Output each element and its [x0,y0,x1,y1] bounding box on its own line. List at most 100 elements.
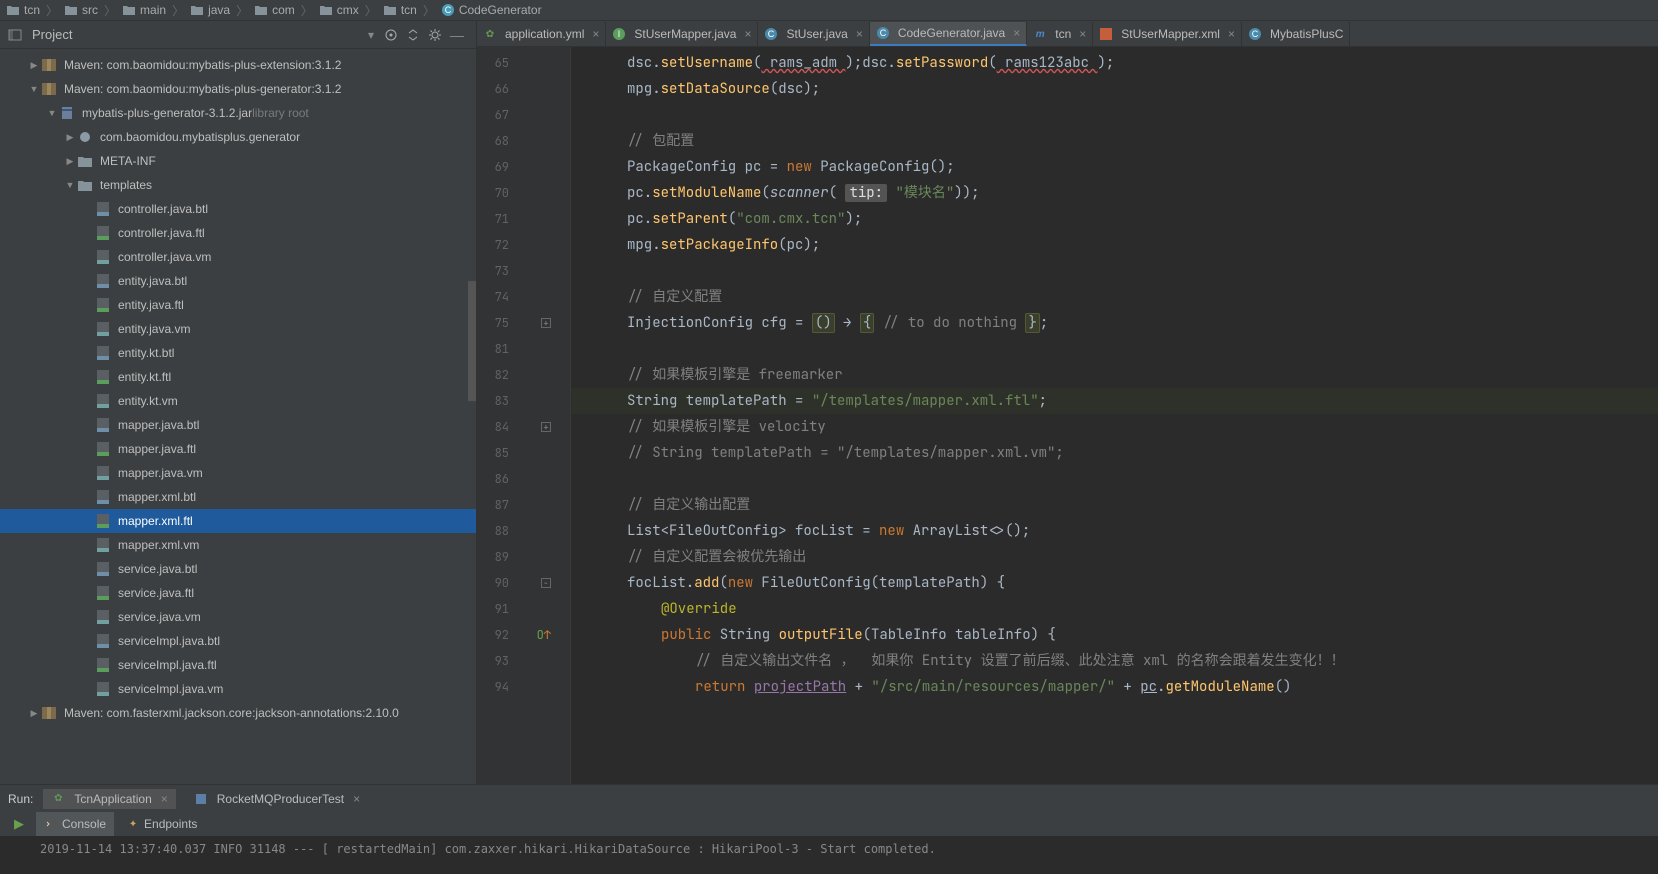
tree-item[interactable]: entity.kt.btl [0,341,476,365]
code-line[interactable]: mpg.setDataSource(dsc); [571,76,1658,102]
breadcrumb-tcn[interactable]: tcn [381,3,419,17]
tree-item[interactable]: ▼Maven: com.baomidou:mybatis-plus-genera… [0,77,476,101]
breadcrumb-main[interactable]: main [120,3,168,17]
code-line[interactable]: List<FileOutConfig> focList = new ArrayL… [571,518,1658,544]
tree-arrow-icon[interactable]: ▼ [44,108,60,118]
editor-tab-application-yml[interactable]: ✿application.yml× [477,22,606,46]
close-icon[interactable]: × [744,27,751,41]
code-line[interactable] [571,102,1658,128]
code-line[interactable]: dsc.setUsername( rams_adm );dsc.setPassw… [571,50,1658,76]
tree-arrow-icon[interactable]: ▶ [26,708,42,719]
breadcrumb-CodeGenerator[interactable]: CCodeGenerator [439,3,544,17]
tree-arrow-icon[interactable]: ▼ [26,84,42,94]
code-line[interactable] [571,336,1658,362]
code-line[interactable]: // 自定义配置会被优先输出 [571,544,1658,570]
tree-item[interactable]: service.java.ftl [0,581,476,605]
editor-tab-tcn[interactable]: mtcn× [1027,22,1093,46]
tree-item[interactable]: mapper.java.vm [0,461,476,485]
tree-arrow-icon[interactable]: ▶ [62,156,78,167]
dropdown-icon[interactable]: ▾ [368,28,374,42]
rerun-button[interactable]: ▶ [6,812,32,836]
code-line[interactable]: // 自定义输出文件名 ， 如果你 Entity 设置了前后缀、此处注意 xml… [571,648,1658,674]
tree-item[interactable]: ▼templates [0,173,476,197]
tree-arrow-icon[interactable]: ▶ [62,132,78,143]
tree-item[interactable]: mapper.java.ftl [0,437,476,461]
breadcrumb-tcn[interactable]: tcn [4,3,42,17]
code-line[interactable]: pc.setModuleName(scanner( tip: "模块名")); [571,180,1658,206]
tree-item[interactable]: service.java.btl [0,557,476,581]
tree-item[interactable]: entity.kt.vm [0,389,476,413]
fold-icon[interactable]: + [541,318,551,328]
tree-item[interactable]: entity.java.ftl [0,293,476,317]
close-icon[interactable]: × [1079,27,1086,41]
breadcrumb-java[interactable]: java [188,3,232,17]
project-tree[interactable]: ▶Maven: com.baomidou:mybatis-plus-extens… [0,49,476,784]
tree-item[interactable]: ▶com.baomidou.mybatisplus.generator [0,125,476,149]
locate-icon[interactable] [380,24,402,46]
editor-tab-stuser-java[interactable]: CStUser.java× [758,22,869,46]
tree-item[interactable]: serviceImpl.java.ftl [0,653,476,677]
tree-item[interactable]: ▼mybatis-plus-generator-3.1.2.jar librar… [0,101,476,125]
tree-item[interactable]: ▶Maven: com.baomidou:mybatis-plus-extens… [0,53,476,77]
code-line[interactable]: // String templatePath = "/templates/map… [571,440,1658,466]
fold-open-icon[interactable]: − [541,578,551,588]
code-line[interactable] [571,258,1658,284]
code-line[interactable]: public String outputFile(TableInfo table… [571,622,1658,648]
code-area[interactable]: dsc.setUsername( rams_adm );dsc.setPassw… [571,47,1658,784]
editor-tabs[interactable]: ✿application.yml×IStUserMapper.java×CStU… [477,21,1658,47]
code-line[interactable]: // 如果模板引擎是 velocity [571,414,1658,440]
tree-item[interactable]: controller.java.vm [0,245,476,269]
editor-tab-codegenerator-java[interactable]: CCodeGenerator.java× [870,22,1027,46]
code-line[interactable]: pc.setParent("com.cmx.tcn"); [571,206,1658,232]
override-icon[interactable]: O↑ [537,627,551,643]
code-line[interactable]: // 包配置 [571,128,1658,154]
close-icon[interactable]: × [1228,27,1235,41]
tree-item[interactable]: entity.kt.ftl [0,365,476,389]
code-line[interactable]: focList.add(new FileOutConfig(templatePa… [571,570,1658,596]
tree-item[interactable]: ▶META-INF [0,149,476,173]
close-icon[interactable]: × [592,27,599,41]
code-line[interactable]: String templatePath = "/templates/mapper… [571,388,1658,414]
breadcrumb-com[interactable]: com [252,3,297,17]
run-tab-tcnapplication[interactable]: ✿ TcnApplication × [43,789,175,809]
tree-arrow-icon[interactable]: ▶ [26,60,42,71]
code-line[interactable]: mpg.setPackageInfo(pc); [571,232,1658,258]
editor-tab-mybatisplusc[interactable]: CMybatisPlusC [1242,22,1350,46]
editor-tab-stusermapper-java[interactable]: IStUserMapper.java× [606,22,758,46]
gutter[interactable]: 6566676869707172737475+81828384+85868788… [477,47,571,784]
tree-item[interactable]: service.java.vm [0,605,476,629]
breadcrumb-src[interactable]: src [62,3,100,17]
hide-icon[interactable]: — [446,24,468,46]
editor-tab-stusermapper-xml[interactable]: StUserMapper.xml× [1093,22,1242,46]
close-icon[interactable]: × [1013,26,1020,40]
fold-icon[interactable]: + [541,422,551,432]
tree-item[interactable]: mapper.xml.vm [0,533,476,557]
tree-item[interactable]: controller.java.btl [0,197,476,221]
tree-item[interactable]: entity.java.vm [0,317,476,341]
code-line[interactable]: // 自定义输出配置 [571,492,1658,518]
code-line[interactable]: // 自定义配置 [571,284,1658,310]
editor[interactable]: 6566676869707172737475+81828384+85868788… [477,47,1658,784]
close-icon[interactable]: × [353,792,360,806]
close-icon[interactable]: × [856,27,863,41]
console-output[interactable]: 2019-11-14 13:37:40.037 INFO 31148 --- [… [0,836,1658,874]
settings-icon[interactable] [424,24,446,46]
expand-all-icon[interactable] [402,24,424,46]
tree-item[interactable]: ▶Maven: com.fasterxml.jackson.core:jacks… [0,701,476,725]
breadcrumb-cmx[interactable]: cmx [317,3,361,17]
breadcrumbs[interactable]: tcn〉src〉main〉java〉com〉cmx〉tcn〉CCodeGener… [0,0,1658,21]
close-icon[interactable]: × [161,792,168,806]
tree-item[interactable]: controller.java.ftl [0,221,476,245]
code-line[interactable]: return projectPath + "/src/main/resource… [571,674,1658,700]
run-tab-rocketmq[interactable]: RocketMQProducerTest × [186,789,368,809]
code-line[interactable]: PackageConfig pc = new PackageConfig(); [571,154,1658,180]
scrollbar-thumb[interactable] [468,281,476,401]
code-line[interactable]: // 如果模板引擎是 freemarker [571,362,1658,388]
endpoints-tab[interactable]: ✦ Endpoints [118,812,205,836]
tree-item[interactable]: mapper.xml.btl [0,485,476,509]
tree-item[interactable]: entity.java.btl [0,269,476,293]
console-tab[interactable]: Console [36,812,114,836]
code-line[interactable] [571,466,1658,492]
tree-item[interactable]: serviceImpl.java.vm [0,677,476,701]
tree-item[interactable]: mapper.xml.ftl [0,509,476,533]
